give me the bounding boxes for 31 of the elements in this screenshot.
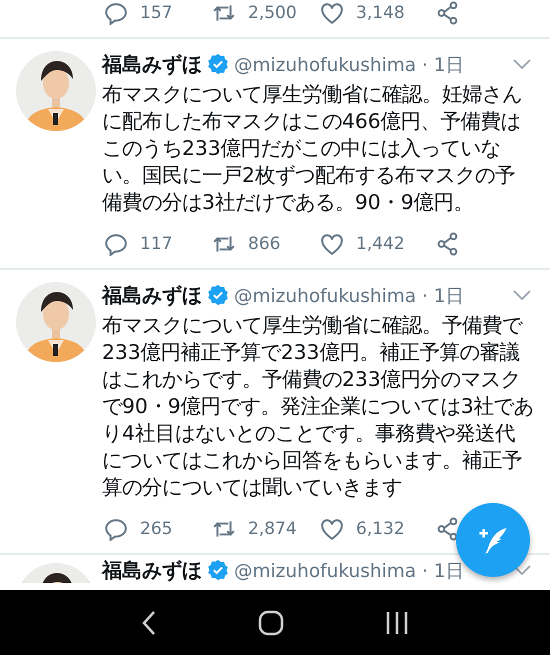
share-icon[interactable] [436,517,460,541]
like-count: 3,148 [356,3,405,23]
handle-and-time: @mizuhofukushima · 1日 [234,560,465,582]
reply-count: 157 [140,3,172,23]
share-icon[interactable] [436,1,460,25]
reply-icon[interactable] [104,517,128,541]
caret-icon[interactable] [512,58,532,70]
back-icon[interactable] [140,610,157,636]
reply-count: 265 [140,519,172,539]
handle-and-time: @mizuhofukushima · 1日 [234,54,465,76]
tweet-text: 布マスクについて厚生労働省に確認。妊婦さんに配布した布マスクはこの466億円、予備費はこのうち233億円だがこの中には入っていない。国民に一戸2枚ずつ配布する布マスクの予備費の分は3社だけである。90・9億円。 [102,81,523,216]
heart-icon[interactable] [320,1,344,25]
user-name: 福島みずほ [102,556,202,584]
retweet-count: 866 [248,234,280,254]
share-icon[interactable] [436,232,460,256]
retweet-count: 2,874 [248,519,297,539]
caret-icon[interactable] [512,289,532,301]
home-icon[interactable] [258,610,284,636]
reply-icon[interactable] [104,1,128,25]
reply-count: 117 [140,234,172,254]
handle-and-time: @mizuhofukushima · 1日 [234,284,465,308]
user-name: 福島みずほ [102,50,202,78]
user-name: 福島みずほ [102,282,202,308]
tweet-text: 布マスクについて厚生労働省に確認。予備費で233億円補正予算で233億円。補正予算の審議はこれからです。予備費の233億円分のマスクで90・9億円です。発注企業については3社であり4社目はないとのことです。事務費や発送代についてはこれから回答をもらいます。補正予算の分については聞いていきます [102,312,534,501]
reply-icon[interactable] [104,232,128,256]
recents-icon[interactable] [385,610,410,634]
heart-icon[interactable] [320,232,344,256]
like-count: 6,132 [356,519,405,539]
retweet-count: 2,500 [248,3,297,23]
like-count: 1,442 [356,234,405,254]
heart-icon[interactable] [320,517,344,541]
